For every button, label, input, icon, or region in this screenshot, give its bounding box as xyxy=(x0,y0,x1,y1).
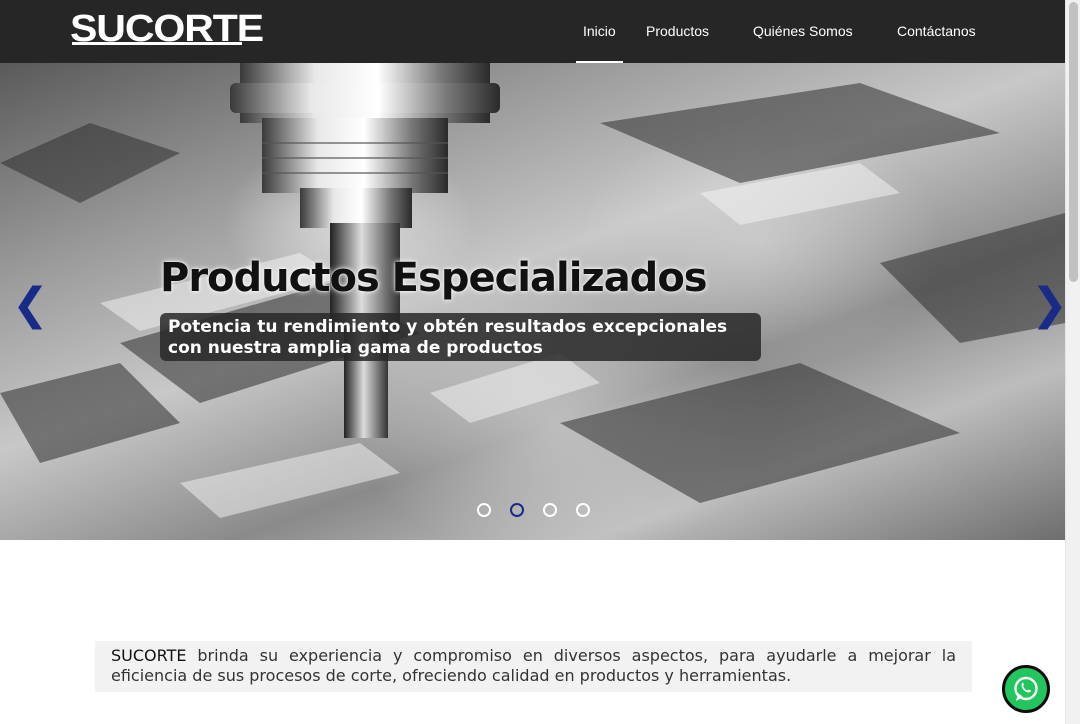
logo-underline xyxy=(72,42,242,45)
nav-item-productos[interactable]: Productos xyxy=(646,0,709,63)
hero-carousel: Productos Especializados Potencia tu ren… xyxy=(0,63,1065,540)
nav-item-inicio[interactable]: Inicio xyxy=(576,0,623,63)
nav-item-contactanos[interactable]: Contáctanos xyxy=(897,0,976,63)
whatsapp-icon xyxy=(1014,676,1038,701)
carousel-indicator-4[interactable] xyxy=(576,503,590,517)
navbar: SUCORTE Inicio Productos Quiénes Somos C… xyxy=(0,0,1065,63)
whatsapp-button[interactable] xyxy=(1002,665,1050,713)
intro-brand: SUCORTE xyxy=(111,646,187,665)
carousel-indicator-3[interactable] xyxy=(543,503,557,517)
hero-background-image xyxy=(0,63,1065,518)
hero-subtitle: Potencia tu rendimiento y obtén resultad… xyxy=(160,313,761,361)
carousel-prev-button[interactable]: ❮ xyxy=(12,283,49,327)
carousel-next-button[interactable]: ❯ xyxy=(1031,283,1065,327)
carousel-indicator-1[interactable] xyxy=(477,503,491,517)
intro-text: SUCORTE brinda su experiencia y compromi… xyxy=(95,641,972,692)
carousel-indicator-2[interactable] xyxy=(510,503,524,517)
hero-title: Productos Especializados xyxy=(160,255,708,301)
scrollbar-thumb[interactable] xyxy=(1069,2,1078,282)
intro-body: brinda su experiencia y compromiso en di… xyxy=(111,646,956,685)
page-scrollbar[interactable] xyxy=(1065,0,1080,724)
nav-item-quienes-somos[interactable]: Quiénes Somos xyxy=(753,0,853,63)
